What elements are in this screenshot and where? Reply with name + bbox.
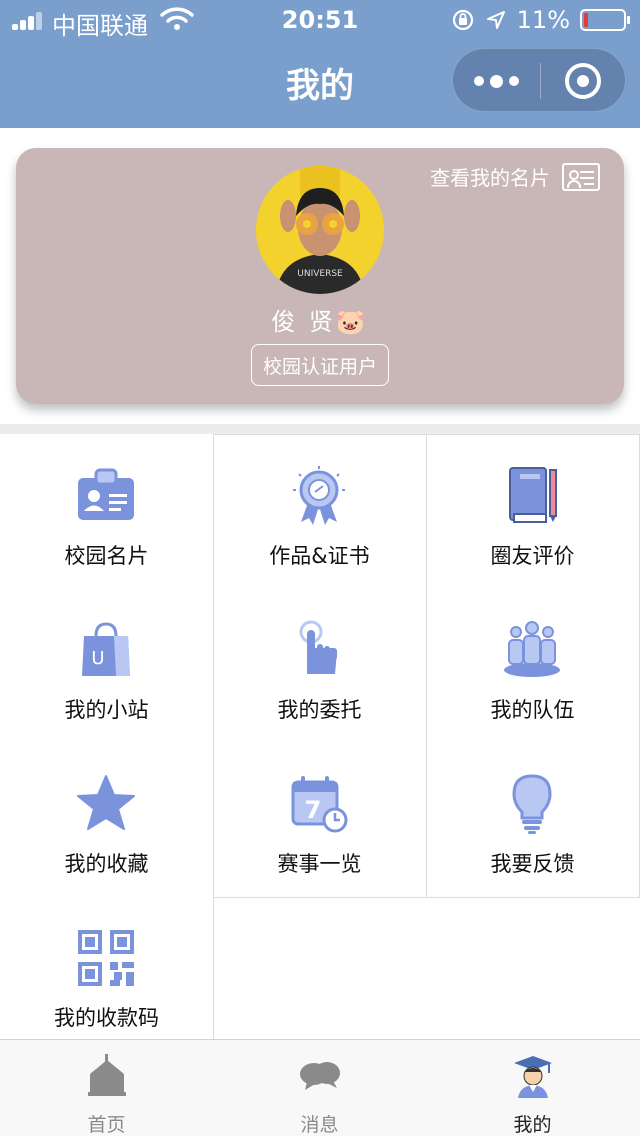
status-bar: 中国联通 20:51 11% [0,0,640,40]
calendar-clock-icon: 7 [291,776,348,833]
chat-bubbles-icon [300,1062,340,1090]
tab-label: 消息 [300,1114,339,1136]
avatar-photo: UNIVERSE [256,166,384,294]
svg-text:U: U [91,648,104,669]
mini-program-capsule [452,48,626,112]
tab-bar: 首页 消息 我的 [0,1039,640,1136]
menu-item-my-shop[interactable]: U 我的小站 [0,588,213,742]
verified-badge: 校园认证用户 [251,344,389,386]
house-icon [88,1054,126,1096]
badge-id-icon [78,468,134,520]
award-ribbon-icon [293,466,345,525]
rotation-lock-icon [452,9,473,31]
menu-item-label: 我的委托 [277,698,362,722]
menu-item-label: 我的小站 [64,698,149,722]
menu-item-friend-reviews[interactable]: 圈友评价 [426,434,639,588]
menu-item-payment-code[interactable]: 我的收款码 [0,896,213,1050]
menu-item-label: 我要反馈 [490,852,575,876]
menu-item-campus-card[interactable]: 校园名片 [0,434,213,588]
battery-icon [580,9,630,31]
shopping-bag-icon: U [82,622,130,676]
more-dots-icon[interactable] [453,49,540,113]
menu-item-label: 校园名片 [64,544,149,568]
menu-item-my-commissions[interactable]: 我的委托 [213,588,426,742]
graduate-icon [514,1056,552,1098]
lightbulb-icon [512,774,552,834]
tab-mine[interactable]: 我的 [426,1040,639,1136]
menu-item-label: 我的收藏 [64,852,149,876]
svg-text:7: 7 [305,796,322,824]
tab-home[interactable]: 首页 [0,1040,213,1136]
star-icon [77,775,135,830]
tab-messages[interactable]: 消息 [213,1040,426,1136]
id-card-icon [562,162,600,191]
menu-item-works-certificates[interactable]: 作品&证书 [213,434,426,588]
section-separator [0,424,640,434]
profile-card: 查看我的名片 UNIVERSE 俊 贤🐷 校园认证用户 [16,148,624,404]
tab-label: 首页 [87,1114,126,1136]
grid-line [213,897,640,898]
menu-item-label: 赛事一览 [277,852,362,876]
avatar[interactable]: UNIVERSE [256,166,384,294]
svg-text:UNIVERSE: UNIVERSE [297,269,343,279]
menu-item-label: 圈友评价 [490,544,575,568]
view-card-label: 查看我的名片 [430,166,550,190]
qr-code-icon [78,930,134,986]
tab-label: 我的 [513,1114,552,1136]
menu-item-label: 作品&证书 [269,544,370,568]
menu-item-label: 我的队伍 [490,698,575,722]
menu-item-feedback[interactable]: 我要反馈 [426,742,639,896]
team-people-icon [504,621,560,677]
location-icon [486,11,505,29]
view-my-card-link[interactable]: 查看我的名片 [430,162,600,191]
tap-hand-icon [299,620,337,674]
notebook-pencil-icon [509,467,557,523]
battery-percent: 11% [516,6,570,34]
menu-item-my-team[interactable]: 我的队伍 [426,588,639,742]
capsule-divider [540,63,541,99]
top-bar: 中国联通 20:51 11% 我的 [0,0,640,128]
status-right: 11% [451,6,630,34]
menu-item-my-favorites[interactable]: 我的收藏 [0,742,213,896]
user-name: 俊 贤🐷 [271,308,369,336]
menu-item-label: 我的收款码 [54,1006,159,1030]
target-close-icon[interactable] [565,63,601,99]
menu-item-events-overview[interactable]: 7 赛事一览 [213,742,426,896]
